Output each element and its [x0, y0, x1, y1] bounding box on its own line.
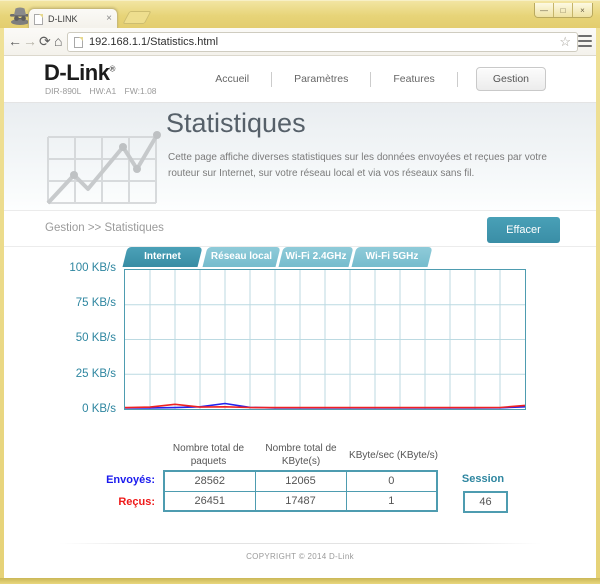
cell-envoyes-rate: 0: [345, 470, 438, 492]
table-row-envoyes: 28562 12065 0: [163, 470, 438, 492]
tab-close-icon[interactable]: ×: [106, 14, 112, 24]
col-header-paquets: Nombre total de paquets: [172, 443, 245, 467]
browser-toolbar: ← → ⟳ ⌂ 192.168.1.1/Statistics.html ☆: [4, 28, 596, 56]
main-nav: Accueil Paramètres Features Gestion: [193, 56, 550, 102]
bookmark-star-icon[interactable]: ☆: [559, 34, 571, 50]
session-label: Session: [461, 473, 505, 485]
browser-window: D-LINK × — □ × ← → ⟳ ⌂ 192.168.1.1/Stati…: [0, 0, 600, 584]
ytick-50: 50 KB/s: [75, 332, 116, 344]
nav-separator: [456, 71, 458, 87]
stats-table: 28562 12065 0 26451 17487 1: [163, 470, 438, 512]
cell-recus-rate: 1: [345, 490, 438, 512]
ytick-100: 100 KB/s: [69, 262, 116, 274]
tab-wifi-5ghz[interactable]: Wi-Fi 5GHz: [351, 247, 433, 267]
cell-recus-paquets: 26451: [163, 490, 256, 512]
traffic-chart: [124, 269, 526, 410]
row-label-recus: Reçus:: [118, 496, 155, 508]
col-header-kbytes: Nombre total de KByte(s): [265, 443, 337, 467]
table-row-recus: 26451 17487 1: [163, 490, 438, 512]
copyright-text: COPYRIGHT © 2014 D-Link: [246, 552, 354, 561]
chart-watermark-icon: [46, 131, 161, 205]
breadcrumb: Gestion >> Statistiques: [45, 222, 164, 234]
footer-divider: [59, 543, 541, 544]
model-firmware-label: DIR-890L HW:A1 FW:1.08: [45, 86, 157, 96]
nav-item-accueil[interactable]: Accueil: [193, 73, 271, 85]
tab-title: D-LINK: [48, 14, 78, 24]
tab-internet[interactable]: Internet: [122, 247, 203, 267]
close-button[interactable]: ×: [573, 3, 592, 17]
col-header-kbyte-sec: KByte/sec (KByte/s): [349, 450, 438, 461]
tab-reseau-local[interactable]: Réseau local: [202, 247, 281, 267]
reload-icon[interactable]: ⟳: [39, 33, 51, 50]
nav-item-features[interactable]: Features: [371, 73, 456, 85]
tab-wifi-24ghz[interactable]: Wi-Fi 2.4GHz: [278, 247, 354, 267]
maximize-button[interactable]: □: [554, 3, 573, 17]
breadcrumb-row: Gestion >> Statistiques Effacer: [4, 211, 596, 247]
page-title: Statistiques: [166, 108, 306, 138]
session-value: 46: [463, 491, 508, 513]
page-description: Cette page affiche diverses statistiques…: [168, 152, 547, 179]
minimize-button[interactable]: —: [535, 3, 554, 17]
dlink-logo: D-Link®: [44, 60, 115, 85]
cell-envoyes-paquets: 28562: [163, 470, 256, 492]
page-banner: Statistiques Cette page affiche diverses…: [4, 102, 596, 211]
cell-recus-kbytes: 17487: [254, 490, 347, 512]
window-bottom-frame: [0, 578, 600, 584]
row-label-envoyes: Envoyés:: [106, 474, 155, 486]
nav-item-parametres[interactable]: Paramètres: [272, 73, 370, 85]
page-viewport: D-Link® DIR-890L HW:A1 FW:1.08 Accueil P…: [4, 56, 596, 578]
nav-item-gestion[interactable]: Gestion: [475, 67, 546, 91]
browser-titlebar: D-LINK × — □ ×: [0, 0, 600, 29]
home-icon[interactable]: ⌂: [54, 33, 62, 50]
back-icon[interactable]: ←: [8, 33, 22, 50]
page-icon: [74, 36, 83, 48]
window-controls: — □ ×: [534, 3, 593, 18]
clear-button[interactable]: Effacer: [487, 217, 560, 243]
cell-envoyes-kbytes: 12065: [254, 470, 347, 492]
new-tab-button[interactable]: [122, 11, 152, 24]
browser-tab[interactable]: D-LINK ×: [28, 8, 118, 29]
ytick-25: 25 KB/s: [75, 368, 116, 380]
ytick-75: 75 KB/s: [75, 297, 116, 309]
site-header: D-Link® DIR-890L HW:A1 FW:1.08 Accueil P…: [4, 56, 596, 102]
ytick-0: 0 KB/s: [82, 403, 116, 415]
url-text[interactable]: 192.168.1.1/Statistics.html: [89, 36, 559, 48]
page-favicon-icon: [34, 13, 43, 25]
url-bar[interactable]: 192.168.1.1/Statistics.html ☆: [67, 32, 578, 52]
forward-icon[interactable]: →: [23, 33, 37, 50]
browser-menu-icon[interactable]: [578, 35, 592, 47]
chart-canvas: [125, 270, 525, 409]
